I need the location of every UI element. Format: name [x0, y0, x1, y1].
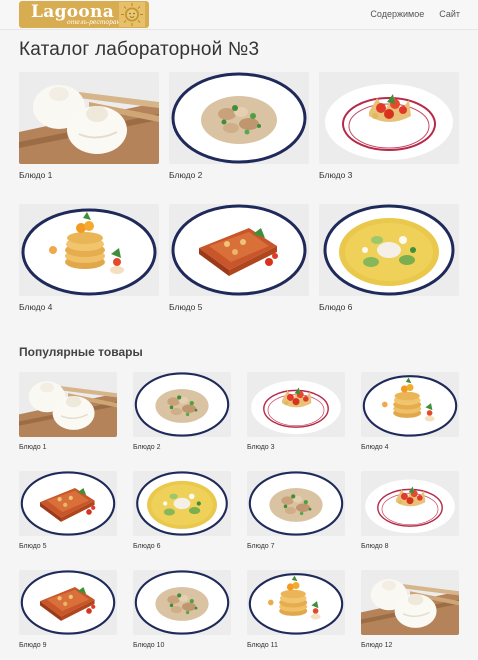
dish-label: Блюдо 5	[169, 302, 203, 312]
dish-label: Блюдо 1	[19, 170, 53, 180]
dish-image[interactable]	[19, 570, 117, 635]
popular-card[interactable]: Блюдо 4	[361, 372, 459, 451]
catalog-card[interactable]: Блюдо 4	[19, 204, 159, 312]
dish-image[interactable]	[319, 72, 459, 164]
dish-label: Блюдо 1	[19, 444, 47, 451]
dish-image[interactable]	[169, 72, 309, 164]
top-nav: Содержимое Сайт	[370, 9, 460, 19]
page-title: Каталог лабораторной №3	[19, 39, 260, 60]
dish-label: Блюдо 2	[133, 444, 161, 451]
popular-card[interactable]: Блюдо 3	[247, 372, 345, 451]
dish-image[interactable]	[247, 372, 345, 437]
dish-image[interactable]	[19, 471, 117, 536]
popular-card[interactable]: Блюдо 7	[247, 471, 345, 550]
dish-label: Блюдо 9	[19, 642, 47, 649]
logo[interactable]: Lagoona отель-ресторан	[19, 1, 149, 28]
dish-label: Блюдо 12	[361, 642, 393, 649]
dish-image[interactable]	[361, 570, 459, 635]
popular-card[interactable]: Блюдо 1	[19, 372, 117, 451]
dish-image[interactable]	[133, 372, 231, 437]
dish-label: Блюдо 6	[319, 302, 353, 312]
dish-image[interactable]	[19, 372, 117, 437]
top-bar: Lagoona отель-ресторан Содержимое Сайт	[0, 0, 478, 30]
dish-image[interactable]	[19, 204, 159, 296]
nav-link-content[interactable]: Содержимое	[370, 9, 424, 19]
nav-link-site[interactable]: Сайт	[439, 9, 460, 19]
dish-image[interactable]	[361, 471, 459, 536]
dish-image[interactable]	[319, 204, 459, 296]
dish-label: Блюдо 8	[361, 543, 389, 550]
popular-card[interactable]: Блюдо 11	[247, 570, 345, 649]
dish-image[interactable]	[361, 372, 459, 437]
dish-label: Блюдо 5	[19, 543, 47, 550]
dish-image[interactable]	[133, 570, 231, 635]
popular-card[interactable]: Блюдо 10	[133, 570, 231, 649]
dish-label: Блюдо 3	[247, 444, 275, 451]
sun-face-icon	[119, 2, 145, 27]
dish-image[interactable]	[133, 471, 231, 536]
logo-subtitle: отель-ресторан	[67, 19, 121, 26]
catalog-card[interactable]: Блюдо 1	[19, 72, 159, 180]
popular-card[interactable]: Блюдо 8	[361, 471, 459, 550]
dish-label: Блюдо 4	[19, 302, 53, 312]
popular-card[interactable]: Блюдо 2	[133, 372, 231, 451]
dish-image[interactable]	[169, 204, 309, 296]
catalog-card[interactable]: Блюдо 3	[319, 72, 459, 180]
dish-label: Блюдо 4	[361, 444, 389, 451]
catalog-card[interactable]: Блюдо 6	[319, 204, 459, 312]
popular-card[interactable]: Блюдо 5	[19, 471, 117, 550]
dish-label: Блюдо 3	[319, 170, 353, 180]
dish-label: Блюдо 11	[247, 642, 278, 649]
dish-label: Блюдо 10	[133, 642, 165, 649]
popular-card[interactable]: Блюдо 9	[19, 570, 117, 649]
catalog-card[interactable]: Блюдо 5	[169, 204, 309, 312]
catalog-card[interactable]: Блюдо 2	[169, 72, 309, 180]
popular-card[interactable]: Блюдо 6	[133, 471, 231, 550]
popular-section-title: Популярные товары	[19, 345, 143, 359]
dish-label: Блюдо 6	[133, 543, 161, 550]
dish-label: Блюдо 2	[169, 170, 203, 180]
dish-image[interactable]	[247, 570, 345, 635]
dish-image[interactable]	[19, 72, 159, 164]
dish-image[interactable]	[247, 471, 345, 536]
popular-card[interactable]: Блюдо 12	[361, 570, 459, 649]
dish-label: Блюдо 7	[247, 543, 275, 550]
